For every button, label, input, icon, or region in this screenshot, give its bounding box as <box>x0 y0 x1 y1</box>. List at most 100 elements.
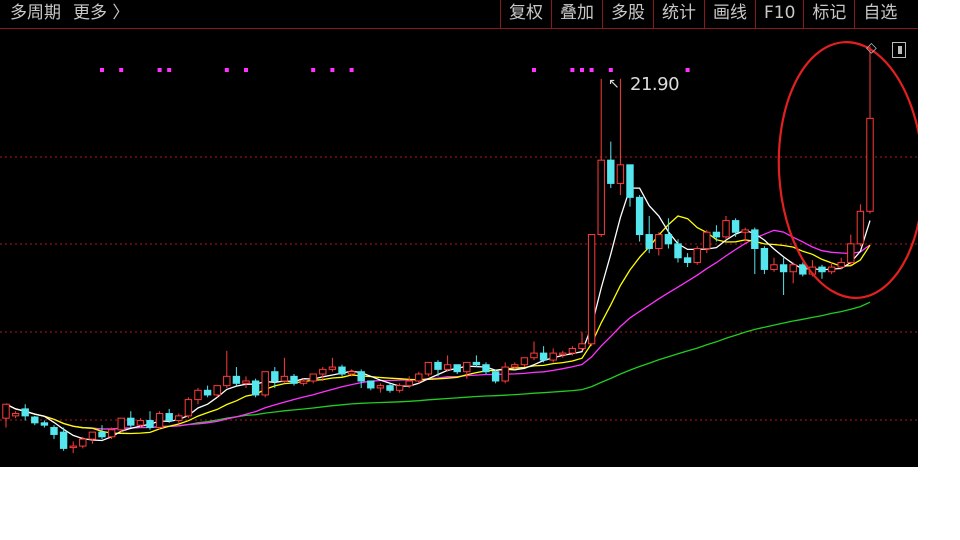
candle-body <box>559 352 567 356</box>
candle-body <box>21 408 29 417</box>
watchlist-button[interactable]: 自选 <box>854 0 905 28</box>
candle-body <box>770 264 778 270</box>
toolbar-right: 复权 叠加 多股 统计 画线 F10 标记 自选 <box>500 0 905 28</box>
candle-body <box>779 264 788 273</box>
candle-body <box>789 264 797 273</box>
candle-body <box>597 159 605 236</box>
candle-body <box>136 420 145 426</box>
multi-period-button[interactable]: 多周期 <box>10 0 61 26</box>
draw-line-button[interactable]: 画线 <box>704 0 755 28</box>
candle-body <box>415 373 423 382</box>
candle-body <box>107 429 116 438</box>
candle-body <box>520 357 529 366</box>
candle-body <box>511 364 519 368</box>
candle-body <box>146 420 154 428</box>
candle-body <box>165 413 173 422</box>
candle-body <box>251 380 260 396</box>
candle-body <box>693 248 701 263</box>
signal-marker <box>330 68 335 72</box>
signal-marker <box>100 68 104 72</box>
panel-toggle-icon[interactable] <box>892 42 906 58</box>
signal-marker <box>349 68 354 72</box>
signal-marker <box>167 68 172 72</box>
candle-body <box>453 364 461 373</box>
ma10-line <box>5 215 871 435</box>
multi-stock-button[interactable]: 多股 <box>602 0 653 28</box>
signal-marker <box>570 68 575 72</box>
candle-body <box>223 375 231 387</box>
candle-body <box>482 364 490 373</box>
candle-body <box>347 371 356 375</box>
candle-body <box>683 257 692 263</box>
signal-marker <box>589 68 594 72</box>
candle-body <box>568 347 577 354</box>
restore-rights-button[interactable]: 复权 <box>500 0 551 28</box>
candle-body <box>827 266 836 273</box>
candle-body <box>424 361 433 375</box>
candle-body <box>184 399 193 417</box>
candle-body <box>491 371 500 382</box>
candle-body <box>194 389 202 401</box>
candle-body <box>463 361 471 373</box>
candle-body <box>88 431 97 440</box>
candle-body <box>587 234 596 345</box>
candle-body <box>712 231 721 238</box>
candle-body <box>50 426 58 435</box>
candle-body <box>175 415 183 422</box>
candle-body <box>856 210 865 245</box>
candle-body <box>31 416 39 424</box>
candle-body <box>501 366 509 382</box>
peak-price-label: 21.90 <box>630 74 680 95</box>
annotation-circle <box>777 41 918 299</box>
candle-body <box>40 422 49 426</box>
candlestick-chart[interactable] <box>0 0 918 467</box>
candle-body <box>866 117 874 212</box>
candle-body <box>472 361 481 366</box>
candle-body <box>98 431 106 438</box>
signal-marker <box>532 68 536 72</box>
signal-marker <box>311 68 316 72</box>
candle-body <box>549 352 557 361</box>
candle-body <box>395 385 404 391</box>
candle-body <box>626 164 634 198</box>
candle-body <box>357 371 365 382</box>
candle-body <box>578 343 586 349</box>
candle-body <box>127 417 135 426</box>
signal-marker <box>608 68 613 72</box>
ma5-line <box>5 187 871 442</box>
signal-marker <box>224 68 229 72</box>
candle-body <box>664 234 673 245</box>
candle-body <box>799 264 807 275</box>
toolbar-left: 多周期 更多 〉 <box>10 0 129 26</box>
candle-body <box>261 371 269 396</box>
candle-body <box>837 261 845 268</box>
candle-body <box>271 371 279 382</box>
candle-body <box>655 234 663 250</box>
candle-body <box>328 366 337 370</box>
signal-marker <box>119 68 124 72</box>
candle-body <box>367 380 375 389</box>
candle-body <box>405 380 413 387</box>
candle-body <box>751 229 759 249</box>
statistics-button[interactable]: 统计 <box>653 0 704 28</box>
mark-button[interactable]: 标记 <box>803 0 854 28</box>
more-button[interactable]: 更多 〉 <box>73 0 129 26</box>
candle-body <box>386 385 394 391</box>
f10-button[interactable]: F10 <box>755 0 803 28</box>
candle-body <box>616 164 625 184</box>
candle-body <box>155 413 164 428</box>
candle-body <box>635 196 644 236</box>
candle-body <box>847 243 855 263</box>
candle-body <box>242 380 250 384</box>
candle-body <box>731 220 740 233</box>
overlay-button[interactable]: 叠加 <box>551 0 602 28</box>
candle-body <box>443 364 452 370</box>
candle-body <box>309 373 317 382</box>
candle-body <box>280 375 289 382</box>
collapse-up-icon[interactable]: ◇ <box>866 40 877 56</box>
candle-body <box>376 385 385 389</box>
candle-body <box>741 229 749 233</box>
candle-body <box>69 445 77 449</box>
candle-body <box>607 159 615 184</box>
kline-panel[interactable]: 多周期 更多 〉 复权 叠加 多股 统计 画线 F10 标记 自选 ↖ 21.9… <box>0 0 918 467</box>
